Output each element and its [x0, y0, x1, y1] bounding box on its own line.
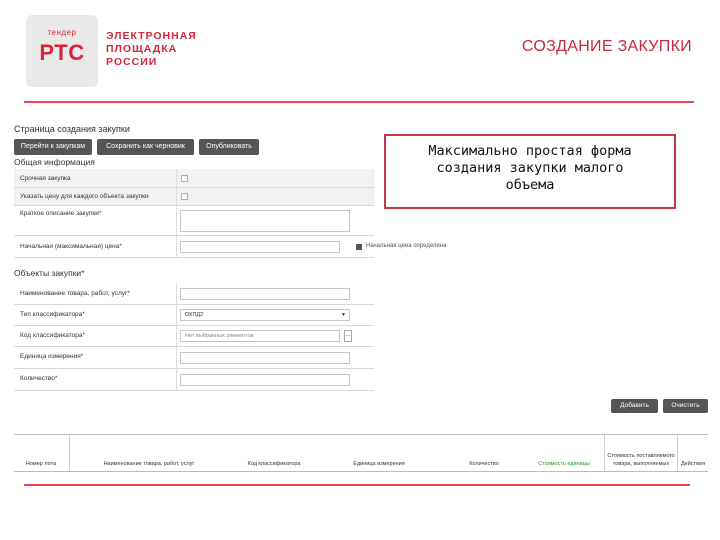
- th-unit: Единица измерения: [353, 461, 405, 467]
- item-name-input[interactable]: [180, 288, 350, 300]
- classifier-code-text: Код классификатора: [20, 332, 83, 339]
- initial-price-label: Начальная (максимальная) цена*: [20, 243, 122, 250]
- form-page-title: Страница создания закупки: [14, 124, 130, 134]
- purchase-objects-text: Объекты закупки: [14, 268, 82, 278]
- required-mark: *: [81, 268, 85, 278]
- logo-big-text: РТС: [39, 40, 85, 65]
- row-short-description: Краткое описание закупки*: [14, 206, 374, 236]
- row-divider: [176, 347, 177, 368]
- quantity-text: Количество: [20, 375, 55, 382]
- clear-button[interactable]: Очистить: [663, 399, 708, 413]
- classifier-type-value: ОКПД2: [185, 312, 204, 318]
- logo-wordmark: ЭЛЕКТРОННАЯ ПЛОЩАДКА РОССИИ: [106, 30, 216, 69]
- top-divider: [24, 101, 694, 103]
- price-defined-label: Начальная цена определена: [366, 243, 447, 249]
- item-name-text: Наименование товара, работ, услуг: [20, 290, 128, 297]
- logo-small-text: тендер: [47, 28, 77, 37]
- row-divider: [176, 206, 177, 235]
- short-description-text: Краткое описание закупки: [20, 210, 99, 217]
- general-info-heading: Общая информация: [14, 157, 95, 167]
- urgent-checkbox[interactable]: [181, 175, 188, 182]
- row-divider: [176, 188, 177, 205]
- callout-line-1: Максимально простая форма: [428, 143, 632, 159]
- classifier-type-label: Тип классификатора*: [20, 311, 85, 318]
- callout-line-2: создания закупки малого: [436, 160, 624, 176]
- required-mark: *: [80, 353, 84, 360]
- row-divider: [176, 169, 177, 187]
- price-defined-checkbox[interactable]: [356, 244, 362, 250]
- quantity-label: Количество*: [20, 375, 57, 382]
- short-description-textarea[interactable]: [180, 210, 350, 232]
- th-unit-price: Стоимость единицы: [538, 461, 590, 467]
- row-price-per-item: Указать цену для каждого объекта закупки: [14, 188, 374, 206]
- row-urgent: Срочная закупка: [14, 169, 374, 188]
- row-divider: [176, 305, 177, 325]
- unit-label: Единица измерения*: [20, 353, 83, 360]
- dropdown-arrow-icon: ▼: [341, 312, 346, 318]
- urgent-label: Срочная закупка: [20, 175, 71, 182]
- price-per-item-label: Указать цену для каждого объекта закупки: [20, 193, 149, 200]
- required-mark: *: [119, 243, 122, 250]
- th-lot-number: Номер лота: [25, 461, 57, 467]
- row-initial-price: Начальная (максимальная) цена* Начальная…: [14, 236, 446, 258]
- go-to-purchases-button[interactable]: Перейти к закупкам: [14, 139, 92, 155]
- row-unit: Единица измерения*: [14, 347, 374, 369]
- rts-logo: тендер РТС: [26, 15, 98, 87]
- column-divider: [604, 435, 605, 471]
- add-button[interactable]: Добавить: [611, 399, 658, 413]
- classifier-code-label: Код классификатора*: [20, 332, 85, 339]
- slide-title: СОЗДАНИЕ ЗАКУПКИ: [521, 38, 692, 55]
- row-divider: [176, 369, 177, 390]
- th-total-cost: Стоимость поставляемого товара, выполняе…: [607, 453, 675, 467]
- row-divider: [176, 283, 177, 304]
- initial-price-text: Начальная (максимальная) цена: [20, 243, 120, 250]
- purchase-objects-heading: Объекты закупки*: [14, 268, 85, 278]
- price-per-item-checkbox[interactable]: [181, 193, 188, 200]
- th-quantity: Количество: [469, 461, 499, 467]
- row-quantity: Количество*: [14, 369, 374, 391]
- required-mark: *: [127, 290, 130, 297]
- row-classifier-code: Код классификатора* Нет выбранных элемен…: [14, 326, 374, 347]
- required-mark: *: [54, 375, 58, 382]
- th-classifier-code: Код классификатора: [247, 461, 301, 467]
- quantity-input[interactable]: [180, 374, 350, 386]
- column-divider: [69, 435, 70, 471]
- initial-price-input[interactable]: [180, 241, 340, 253]
- logo-line-1: ЭЛЕКТРОННАЯ: [106, 30, 197, 42]
- classifier-code-input[interactable]: Нет выбранных элементов: [180, 330, 340, 342]
- classifier-type-text: Тип классификатора: [20, 311, 83, 318]
- th-actions: Действия: [680, 461, 706, 467]
- callout-line-3: объема: [505, 177, 555, 193]
- required-mark: *: [82, 332, 86, 339]
- unit-text: Единица измерения: [20, 353, 81, 360]
- logo-line-2: ПЛОЩАДКА: [106, 43, 178, 55]
- purchase-objects-table: Номер лота Наименование товара, работ, у…: [14, 434, 708, 472]
- bottom-divider: [24, 484, 690, 486]
- classifier-type-select[interactable]: ОКПД2 ▼: [180, 309, 350, 321]
- row-divider: [176, 236, 177, 257]
- item-name-label: Наименование товара, работ, услуг*: [20, 290, 130, 297]
- logo-line-3: РОССИИ: [106, 56, 158, 68]
- callout-box: Максимально простая форма создания закуп…: [384, 134, 676, 209]
- publish-button[interactable]: Опубликовать: [199, 139, 259, 155]
- required-mark: *: [98, 210, 102, 217]
- th-item-name: Наименование товара, работ, услуг: [103, 461, 195, 467]
- save-draft-button[interactable]: Сохранить как черновик: [97, 139, 194, 155]
- classifier-picker-button[interactable]: …: [344, 330, 352, 342]
- row-classifier-type: Тип классификатора* ОКПД2 ▼: [14, 305, 374, 326]
- short-description-label: Краткое описание закупки*: [20, 210, 101, 217]
- row-divider: [176, 326, 177, 346]
- row-item-name: Наименование товара, работ, услуг*: [14, 283, 374, 305]
- unit-input[interactable]: [180, 352, 350, 364]
- required-mark: *: [82, 311, 85, 318]
